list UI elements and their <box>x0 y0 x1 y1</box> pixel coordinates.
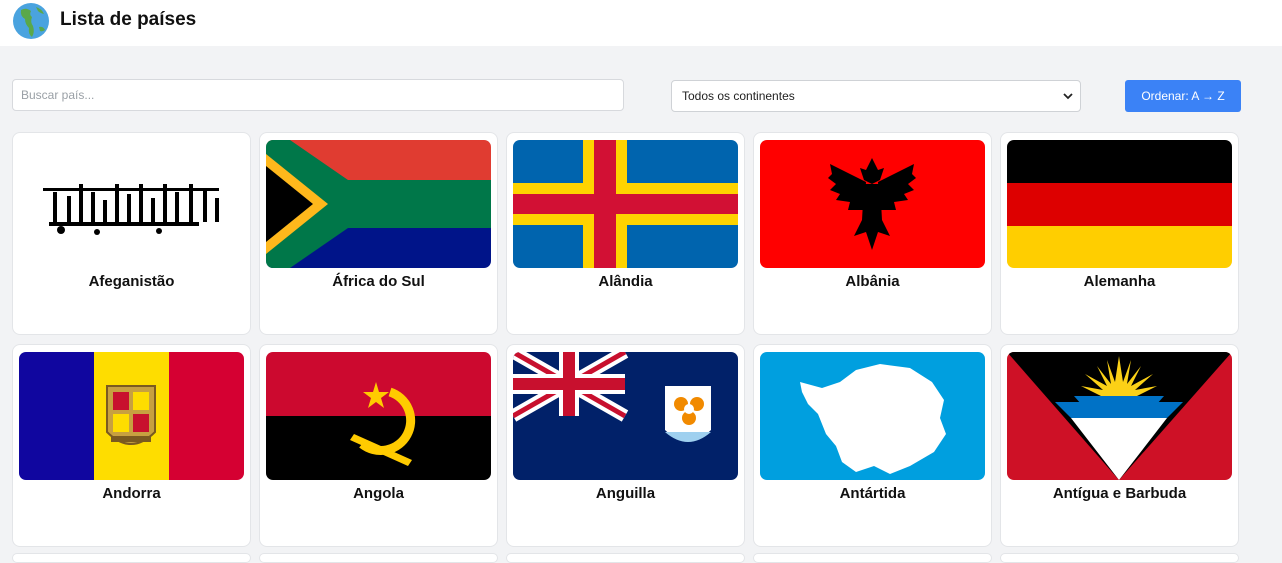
flag-anguilla-icon <box>513 352 738 480</box>
continent-select-value: Todos os continentes <box>682 89 795 103</box>
country-card[interactable]: Antígua e Barbuda <box>1000 344 1239 547</box>
country-name: Anguilla <box>595 485 656 502</box>
globe-icon <box>13 3 49 39</box>
country-card[interactable]: Albânia <box>753 132 992 335</box>
country-card[interactable]: Alemanha <box>1000 132 1239 335</box>
flag-andorra-icon <box>19 352 244 480</box>
country-card[interactable]: Afeganistão <box>12 132 251 335</box>
country-name: Alemanha <box>1083 273 1156 290</box>
country-name: Albânia <box>845 273 900 290</box>
flag-antarctica-icon <box>760 352 985 480</box>
flag-afghanistan-icon <box>19 140 244 268</box>
flag-aland-icon <box>513 140 738 268</box>
country-name: Andorra <box>102 485 161 502</box>
continent-select[interactable]: Todos os continentes <box>671 80 1081 112</box>
country-name: Afeganistão <box>88 273 175 290</box>
country-card[interactable]: África do Sul <box>259 132 498 335</box>
country-card[interactable]: Anguilla <box>506 344 745 547</box>
flag-south-africa-icon <box>266 140 491 268</box>
country-card[interactable]: Andorra <box>12 344 251 547</box>
country-name: Alândia <box>598 273 653 290</box>
country-name: Angola <box>353 485 404 502</box>
country-name: Antígua e Barbuda <box>1052 485 1187 502</box>
sort-button[interactable]: Ordenar: A → Z <box>1125 80 1241 112</box>
flag-angola-icon <box>266 352 491 480</box>
app-header: Lista de países <box>0 0 1282 46</box>
country-card[interactable] <box>259 553 498 563</box>
search-input[interactable] <box>12 79 624 111</box>
country-name: África do Sul <box>332 273 425 290</box>
flag-germany-icon <box>1007 140 1232 268</box>
country-card[interactable] <box>506 553 745 563</box>
flag-albania-icon <box>760 140 985 268</box>
page-title: Lista de países <box>60 9 197 30</box>
country-card[interactable] <box>12 553 251 563</box>
country-card[interactable] <box>1000 553 1239 563</box>
country-name: Antártida <box>839 485 906 502</box>
chevron-down-icon <box>1063 93 1073 100</box>
country-card[interactable]: Antártida <box>753 344 992 547</box>
country-card[interactable]: Alândia <box>506 132 745 335</box>
flag-antigua-barbuda-icon <box>1007 352 1232 480</box>
country-card[interactable] <box>753 553 992 563</box>
country-card[interactable]: Angola <box>259 344 498 547</box>
